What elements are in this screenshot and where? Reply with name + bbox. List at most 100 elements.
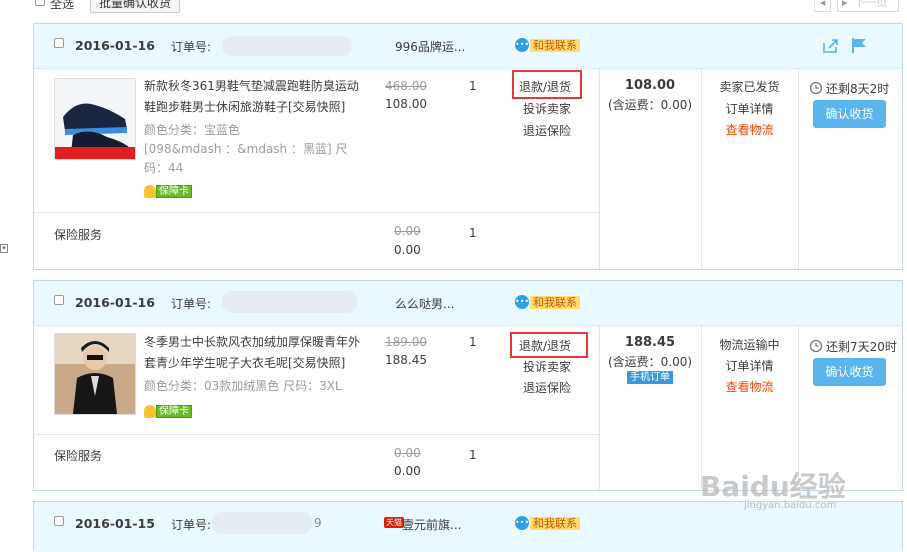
- order-number-tail: 9: [314, 516, 322, 530]
- confirm-receipt-button[interactable]: 确认收货: [813, 358, 886, 386]
- contact-seller-button[interactable]: ••• 和我联系: [515, 295, 580, 309]
- baidu-watermark: Baidu经验: [700, 470, 846, 503]
- order-checkbox[interactable]: [54, 38, 64, 48]
- contact-seller-label: 和我联系: [530, 516, 580, 530]
- top-toolbar: 全选 批量确认收货 ◂ ▸ 下一页: [0, 0, 907, 14]
- contact-bubble-icon: •••: [515, 516, 529, 530]
- guarantee-badge[interactable]: 保障卡: [144, 185, 192, 198]
- product-title[interactable]: 新款秋冬361男鞋气垫减震跑鞋防臭运动 鞋跑步鞋男士休闲旅游鞋子[交易快照]: [144, 76, 374, 118]
- quantity: 1: [469, 79, 477, 93]
- clock-icon: [809, 81, 823, 98]
- product-title-line: 套青少年学生呢子大衣毛呢[交易快照]: [144, 356, 346, 370]
- product-thumbnail[interactable]: [54, 333, 136, 415]
- service-label: 保险服务: [54, 449, 103, 463]
- unit-price: 188.45: [385, 353, 427, 367]
- shop-name[interactable]: 996品牌运...: [395, 38, 465, 55]
- order-detail-link[interactable]: 订单详情: [701, 357, 798, 374]
- contact-seller-label: 和我联系: [530, 38, 580, 52]
- confirm-receipt-button[interactable]: 确认收货: [813, 100, 886, 128]
- order-number-label: 订单号:: [171, 297, 212, 311]
- complain-link[interactable]: 投诉卖家: [523, 100, 571, 117]
- shield-icon: [144, 185, 156, 198]
- insurance-link[interactable]: 退运保险: [523, 379, 571, 396]
- next-page-label: 下一页: [854, 0, 888, 9]
- refund-link[interactable]: 退款/退货: [519, 337, 571, 354]
- shipping-fee: (含运费：0.00): [607, 98, 693, 112]
- guarantee-badge-label: 保障卡: [156, 405, 192, 418]
- unit-price: 108.00: [385, 97, 427, 111]
- view-logistics-link[interactable]: 查看物流: [701, 378, 798, 395]
- order-detail-link[interactable]: 订单详情: [701, 100, 798, 117]
- contact-bubble-icon: •••: [515, 295, 529, 309]
- tmall-tag: 天猫: [384, 517, 404, 528]
- guarantee-badge[interactable]: 保障卡: [144, 405, 192, 418]
- order-checkbox[interactable]: [54, 295, 64, 305]
- product-attributes: 颜色分类：宝蓝色 [098&mdash ：&mdash ：黑蓝] 尺 码：44: [144, 121, 359, 178]
- order-number-label: 订单号:: [171, 518, 212, 532]
- original-price: 468.00: [385, 79, 427, 93]
- order-date: 2016-01-16: [75, 295, 155, 310]
- order-header: 2016-01-16 订单号: 么么哒男... ••• 和我联系: [34, 281, 902, 326]
- contact-seller-button[interactable]: ••• 和我联系: [515, 38, 580, 52]
- product-title[interactable]: 冬季男士中长款风衣加绒加厚保暖青年外 套青少年学生呢子大衣毛呢[交易快照]: [144, 332, 374, 374]
- service-price: 0.00: [394, 243, 421, 257]
- select-all-checkbox[interactable]: [35, 0, 45, 6]
- service-original-price: 0.00: [394, 446, 421, 460]
- order-total: 108.00: [624, 78, 676, 93]
- complain-link[interactable]: 投诉卖家: [523, 358, 571, 375]
- product-attr-line: 码：44: [144, 161, 184, 175]
- column-divider: [798, 68, 799, 269]
- next-page-button[interactable]: ▸ 下一页: [837, 0, 899, 12]
- dropdown-arrow-icon[interactable]: ▾: [0, 244, 8, 253]
- prev-page-button[interactable]: ◂: [814, 0, 831, 12]
- order-header: 2016-01-16 订单号: 996品牌运... ••• 和我联系: [34, 24, 902, 69]
- flag-icon[interactable]: [851, 37, 867, 57]
- row-divider: [34, 212, 599, 213]
- select-all-label: 全选: [50, 0, 75, 11]
- order-number-label: 订单号:: [171, 40, 212, 54]
- order-card: 2016-01-16 订单号: 么么哒男... ••• 和我联系 冬季男士中长款…: [33, 280, 903, 491]
- refund-link[interactable]: 退款/退货: [519, 78, 571, 95]
- insurance-link[interactable]: 退运保险: [523, 122, 571, 139]
- product-thumbnail[interactable]: [54, 78, 136, 160]
- original-price: 189.00: [385, 335, 427, 349]
- product-attributes: 颜色分类：03款加绒黑色 尺码：3XL: [144, 377, 384, 396]
- order-status: 卖家已发货: [719, 80, 780, 94]
- shop-name[interactable]: 壹元前旗...: [402, 516, 461, 533]
- contact-seller-button[interactable]: ••• 和我联系: [515, 516, 580, 530]
- shipping-fee: (含运费：0.00): [607, 355, 693, 369]
- countdown-text: 还剩8天2时: [826, 82, 890, 96]
- service-quantity: 1: [469, 448, 477, 462]
- next-page-arrow-icon: ▸: [842, 0, 848, 9]
- order-card: 2016-01-16 订单号: 996品牌运... ••• 和我联系 新款秋冬3…: [33, 23, 903, 270]
- baidu-watermark-url: jingyan.baidu.com: [744, 500, 837, 511]
- order-date: 2016-01-16: [75, 38, 155, 53]
- batch-confirm-button[interactable]: 批量确认收货: [90, 0, 181, 13]
- product-title-line: 鞋跑步鞋男士休闲旅游鞋子[交易快照]: [144, 100, 346, 114]
- shop-name[interactable]: 么么哒男...: [395, 295, 454, 312]
- service-price: 0.00: [394, 464, 421, 478]
- product-title-line: 新款秋冬361男鞋气垫减震跑鞋防臭运动: [144, 79, 359, 93]
- contact-seller-label: 和我联系: [530, 295, 580, 309]
- row-divider: [34, 434, 599, 435]
- product-attr-line: 颜色分类：03款加绒黑色 尺码：3XL: [144, 379, 342, 393]
- service-label: 保险服务: [54, 228, 103, 242]
- guarantee-badge-label: 保障卡: [156, 185, 192, 198]
- order-number-redacted: [222, 291, 357, 313]
- shield-icon: [144, 405, 156, 418]
- countdown-text: 还剩7天20时: [826, 340, 897, 354]
- order-status: 物流运输中: [719, 338, 780, 352]
- mobile-order-tag: 手机订单: [627, 371, 673, 384]
- order-total: 188.45: [624, 335, 676, 350]
- order-checkbox[interactable]: [54, 516, 64, 526]
- clock-icon: [809, 339, 823, 356]
- quantity: 1: [469, 335, 477, 349]
- order-date: 2016-01-15: [75, 516, 155, 531]
- product-attr-line: 颜色分类：宝蓝色: [144, 123, 241, 137]
- contact-bubble-icon: •••: [515, 38, 529, 52]
- service-quantity: 1: [469, 226, 477, 240]
- order-number-redacted: [212, 512, 312, 534]
- share-icon[interactable]: [822, 38, 840, 57]
- view-logistics-link[interactable]: 查看物流: [701, 121, 798, 138]
- order-number-redacted: [222, 36, 352, 56]
